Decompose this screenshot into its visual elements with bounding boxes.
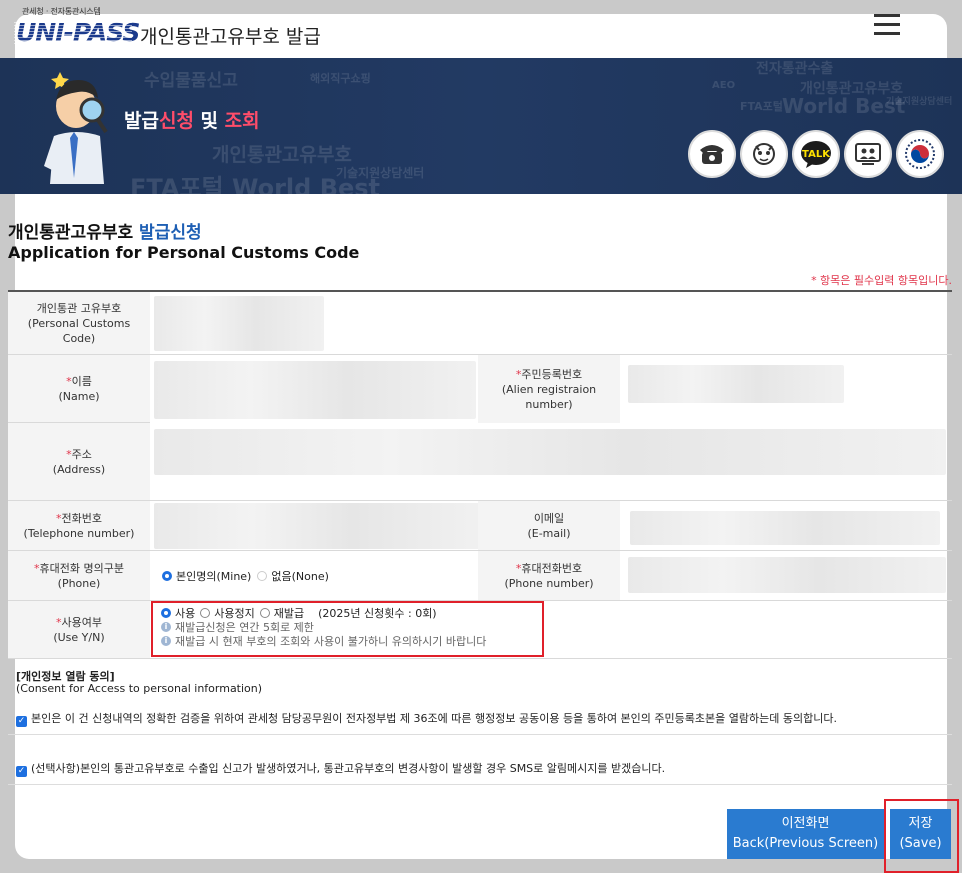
banner-title: 발급신청 및 조회 <box>124 106 260 133</box>
form-row-telephone: *전화번호 (Telephone number) 이메일 (E-mail) <box>8 501 952 551</box>
remote-support-icon[interactable] <box>844 130 892 178</box>
unipass-logo[interactable]: UNI-PASS <box>16 18 140 47</box>
kakao-talk-icon[interactable]: TALK <box>792 130 840 178</box>
label-en: (Address) <box>52 462 106 476</box>
back-button[interactable]: 이전화면 Back(Previous Screen) <box>727 809 884 859</box>
address-label: *주소 (Address) <box>8 423 150 500</box>
name-label: *이름 (Name) <box>8 355 150 423</box>
top-bar: 관세청 · 전자통관시스템 UNI-PASS 개인통관고유부호 발급 <box>0 0 962 58</box>
mobile-label: *휴대전화번호 (Phone number) <box>478 551 620 600</box>
watermark-word: 개인통관고유부호 <box>212 144 352 166</box>
label-ko: 사용여부 <box>61 615 102 629</box>
radio-none-indicator[interactable] <box>257 570 268 581</box>
watermark-word: 기술지원상담센터 <box>886 97 953 107</box>
radio-mine[interactable]: 본인명의(Mine) <box>162 568 251 584</box>
mascot-inspector-illustration <box>44 72 108 184</box>
email-label: 이메일 (E-mail) <box>478 501 620 550</box>
consent-subtitle: (Consent for Access to personal informat… <box>16 682 263 695</box>
radio-use-indicator[interactable] <box>161 608 171 618</box>
watermark-word: FTA포털 <box>740 100 783 113</box>
radio-reissue-indicator[interactable] <box>259 608 270 618</box>
kakao-talk-label: TALK <box>802 149 831 160</box>
chatbot-icon[interactable] <box>740 130 788 178</box>
email-input-redacted[interactable] <box>630 511 940 545</box>
required-note: * 항목은 필수입력 항목입니다. <box>811 274 952 287</box>
label-ko: 휴대전화 명의구분 <box>39 561 124 575</box>
label-en: (Phone) <box>57 576 101 590</box>
form-row-address: *주소 (Address) <box>8 423 952 501</box>
watermark-word: 전자통관수출 <box>756 61 834 77</box>
reissue-info-2: i 재발급 시 현재 부호의 조회와 사용이 불가하니 유의하시기 바랍니다 <box>161 634 486 648</box>
label-en: (Use Y/N) <box>53 630 105 644</box>
phone-owner-label: *휴대전화 명의구분 (Phone) <box>8 551 150 600</box>
back-button-label-en: Back(Previous Screen) <box>732 836 879 851</box>
label-ko: 주소 <box>71 447 92 461</box>
divider <box>8 784 952 785</box>
reissue-info-1: i 재발급신청은 연간 5회로 제한 <box>161 620 314 634</box>
label-en: (Phone number) <box>504 576 594 590</box>
page-title-highlight: 발급신청 <box>139 223 202 243</box>
banner-title-part: 발급 <box>124 110 159 132</box>
consent-item-1-text: 본인은 이 건 신청내역의 정확한 검증을 위하여 관세청 담당공무원이 전자정… <box>31 712 837 725</box>
watermark-word: 기술지원상담센터 <box>336 166 425 180</box>
watermark-word: 해외직구쇼핑 <box>310 72 371 85</box>
radio-none-label[interactable]: 없음(None) <box>271 570 329 583</box>
watermark-word: AEO <box>712 80 736 91</box>
banner-title-part: 및 <box>193 110 225 132</box>
label-ko: 전화번호 <box>61 511 102 525</box>
label-ko: 이메일 <box>533 511 565 525</box>
name-input-redacted[interactable] <box>154 361 476 419</box>
label-ko: 주민등록번호 <box>521 367 583 381</box>
phone-owner-radio-group: 본인명의(Mine) 없음(None) <box>162 551 329 600</box>
back-button-label-ko: 이전화면 <box>781 816 830 831</box>
page-title-ko: 개인통관고유부호 발급신청 <box>8 218 202 243</box>
reissue-info-2-text: 재발급 시 현재 부호의 조회와 사용이 불가하니 유의하시기 바랍니다 <box>175 635 487 648</box>
label-en: (Telephone number) <box>23 526 135 540</box>
banner-title-highlight: 신청 <box>158 110 194 132</box>
banner-title-highlight: 조회 <box>224 110 260 132</box>
address-input-redacted[interactable] <box>154 429 946 475</box>
label-ko: 휴대전화번호 <box>521 561 583 575</box>
label-ko: 이름 <box>71 374 92 388</box>
info-icon: i <box>161 622 171 632</box>
consent-item-1[interactable]: ✓ 본인은 이 건 신청내역의 정확한 검증을 위하여 관세청 담당공무원이 전자… <box>16 710 837 727</box>
label-en: (Alien registraion number) <box>501 382 597 411</box>
telephone-input-redacted[interactable] <box>154 503 484 549</box>
label-en: (E-mail) <box>527 526 571 540</box>
reissue-count-text: (2025년 신청횟수 : 0회) <box>318 607 437 620</box>
phone-icon[interactable] <box>688 130 736 178</box>
customs-code-label: 개인통관 고유부호 (Personal Customs Code) <box>8 292 150 354</box>
consent-item-2[interactable]: ✓ (선택사항)본인의 통관고유부호로 수출입 신고가 발생하였거나, 통관고유부… <box>16 760 665 777</box>
save-button-highlight-box <box>884 799 959 873</box>
alien-reg-input-redacted[interactable] <box>628 365 844 403</box>
label-en: (Name) <box>58 389 100 403</box>
check-icon[interactable]: ✓ <box>16 766 27 777</box>
mobile-input-redacted[interactable] <box>628 557 946 593</box>
agency-text: 관세청 · 전자통관시스템 <box>22 7 101 16</box>
consent-item-2-text: (선택사항)본인의 통관고유부호로 수출입 신고가 발생하였거나, 통관고유부호… <box>31 762 666 775</box>
radio-suspend-indicator[interactable] <box>200 608 211 618</box>
form-row-phone: *휴대전화 명의구분 (Phone) 본인명의(Mine) 없음(None) *… <box>8 551 952 601</box>
radio-mine-label[interactable]: 본인명의(Mine) <box>176 570 251 583</box>
label-ko: 개인통관 고유부호 <box>36 301 122 315</box>
page-title-en: Application for Personal Customs Code <box>8 243 360 262</box>
info-icon: i <box>161 636 171 646</box>
radio-mine-indicator[interactable] <box>162 570 172 581</box>
application-form-table: 개인통관 고유부호 (Personal Customs Code) *이름 (N… <box>8 290 952 659</box>
divider <box>8 734 952 735</box>
check-icon[interactable]: ✓ <box>16 716 27 727</box>
hamburger-menu-icon[interactable] <box>874 14 900 36</box>
app-title: 개인통관고유부호 발급 <box>140 26 321 48</box>
government-emblem-icon[interactable] <box>896 130 944 178</box>
watermark-word: 수입물품신고 <box>144 71 238 91</box>
use-yn-label: *사용여부 (Use Y/N) <box>8 601 150 658</box>
page-title-prefix: 개인통관고유부호 <box>8 223 140 243</box>
alien-reg-label: *주민등록번호 (Alien registraion number) <box>478 355 620 423</box>
radio-none[interactable]: 없음(None) <box>257 568 329 584</box>
telephone-label: *전화번호 (Telephone number) <box>8 501 150 550</box>
label-en: (Personal Customs Code) <box>27 316 131 345</box>
customs-code-value-redacted <box>154 296 324 351</box>
form-row-customs-code: 개인통관 고유부호 (Personal Customs Code) <box>8 292 952 355</box>
